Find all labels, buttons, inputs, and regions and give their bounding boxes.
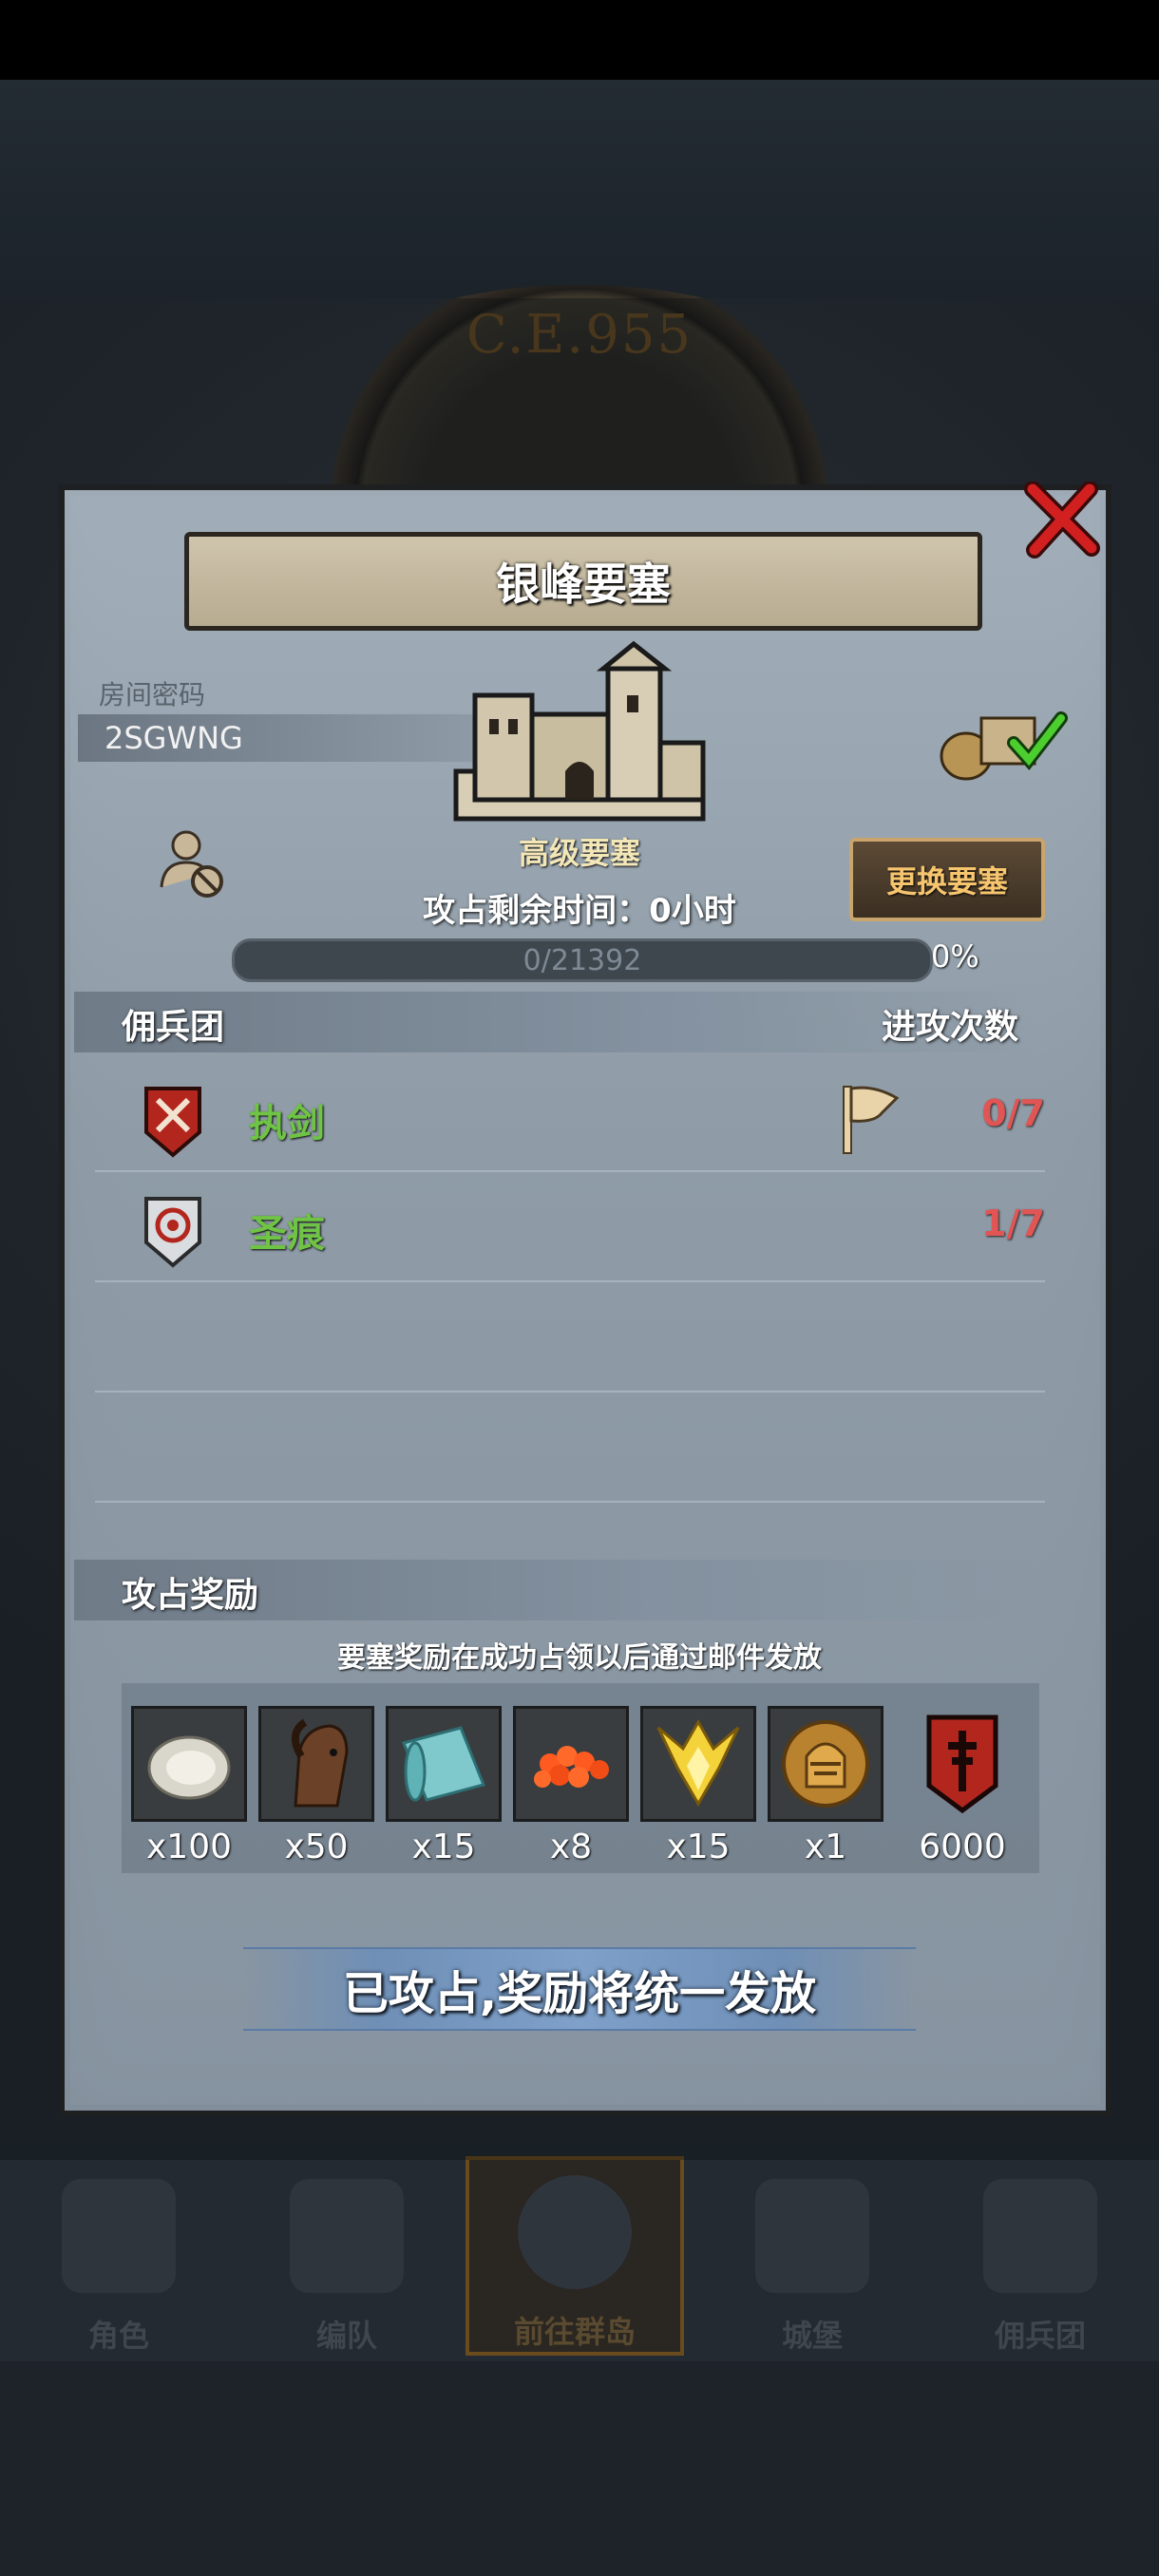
nav-item-formation[interactable]: 编队 (238, 2156, 456, 2356)
mercenary-row[interactable]: 圣痕 1/7 (95, 1170, 1045, 1282)
progress-percent: 0% (931, 938, 979, 975)
reward-qty: x50 (284, 1828, 349, 1866)
reward-item[interactable]: x50 (258, 1706, 374, 1866)
reward-qty: x15 (411, 1828, 476, 1866)
crossed-swords-shield-icon (144, 1087, 201, 1158)
progress-text: 0/21392 (522, 943, 642, 977)
nav-item-castle[interactable]: 城堡 (703, 2156, 922, 2356)
reward-item[interactable]: x100 (131, 1706, 247, 1866)
reward-note: 要塞奖励在成功占领以后通过邮件发放 (337, 1641, 822, 1675)
golden-crest-icon (656, 1718, 740, 1807)
ship-icon (983, 2179, 1097, 2293)
nav-label: 佣兵团 (994, 2318, 1086, 2354)
supplies-check-icon (940, 711, 1068, 781)
compass-icon (518, 2175, 632, 2289)
reward-qty: x100 (145, 1828, 233, 1866)
nav-item-islands[interactable]: 前往群岛 (466, 2156, 684, 2356)
bottom-area (0, 2361, 1159, 2576)
reward-item[interactable]: x1 (768, 1706, 884, 1866)
nav-label: 城堡 (781, 2318, 843, 2354)
reward-item[interactable]: 6000 (904, 1706, 1020, 1866)
no-user-icon (160, 830, 223, 898)
nav-label: 前往群岛 (513, 2314, 636, 2350)
reward-qty: x8 (549, 1828, 593, 1866)
horse-icon (292, 1718, 349, 1808)
room-password[interactable]: 2SGWNG (78, 714, 477, 762)
mercenary-row[interactable]: 执剑 0/7 (95, 1060, 1045, 1172)
caviar-icon (534, 1746, 609, 1788)
castle-icon (755, 2179, 869, 2293)
reward-qty: 6000 (919, 1828, 1006, 1866)
attack-count: 1/7 (981, 1203, 1045, 1244)
reward-item[interactable]: x15 (386, 1706, 502, 1866)
knight-helmet-coin-icon (782, 1720, 869, 1808)
capture-progress-bar: 0/21392 (232, 938, 933, 982)
status-bar (0, 0, 1159, 80)
reward-section-title: 攻占奖励 (122, 1576, 259, 1615)
reward-item[interactable]: x8 (513, 1706, 629, 1866)
room-password-label: 房间密码 (99, 679, 206, 710)
nav-label: 编队 (315, 2318, 377, 2354)
captured-status-text: 已攻占,奖励将统一发放 (342, 1967, 817, 2020)
cloth-roll-icon (401, 1726, 486, 1802)
close-button[interactable] (1016, 475, 1108, 566)
dialog-title: 银峰要塞 (496, 559, 671, 610)
reward-qty: x15 (666, 1828, 731, 1866)
reward-item[interactable]: x15 (640, 1706, 756, 1866)
formation-icon (290, 2179, 404, 2293)
nav-item-mercenary[interactable]: 佣兵团 (931, 2156, 1150, 2356)
captured-status-bar: 已攻占,奖励将统一发放 (243, 1947, 916, 2031)
oyster-icon (147, 1735, 231, 1800)
close-icon (1024, 482, 1100, 559)
flag-icon (843, 1086, 900, 1154)
character-icon (62, 2179, 176, 2293)
nav-item-character[interactable]: 角色 (10, 2156, 228, 2356)
guild-banner-icon (926, 1714, 998, 1814)
empty-mercenary-slot (95, 1280, 1045, 1392)
mercenary-name: 执剑 (249, 1102, 325, 1146)
attack-count: 0/7 (981, 1092, 1045, 1134)
empty-mercenary-slot (95, 1391, 1045, 1503)
target-shield-icon (144, 1197, 201, 1268)
nav-label: 角色 (87, 2318, 149, 2354)
attack-count-header: 进攻次数 (882, 1008, 1019, 1047)
reward-qty: x1 (804, 1828, 847, 1866)
fortress-castle-icon (453, 640, 706, 822)
change-fortress-button[interactable]: 更换要塞 (849, 838, 1045, 921)
mercenary-section-title: 佣兵团 (122, 1008, 225, 1047)
dialog-title-plate: 银峰要塞 (184, 532, 982, 631)
mercenary-name: 圣痕 (249, 1212, 325, 1256)
header-background (0, 80, 1159, 298)
